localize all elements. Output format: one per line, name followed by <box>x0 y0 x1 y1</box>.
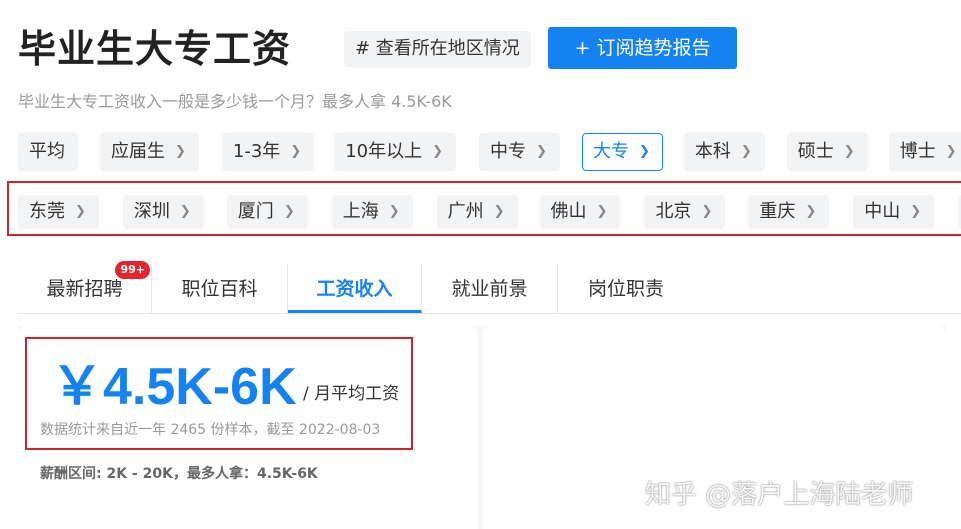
chevron-right-icon: ❯ <box>290 144 302 159</box>
average-salary-value: ￥4.5K-6K <box>51 358 297 416</box>
chevron-right-icon: ❯ <box>179 204 191 219</box>
tab-position-wiki[interactable]: 职位百科 <box>152 264 288 313</box>
city-chip-dongguan[interactable]: 东莞 ❯ <box>18 195 99 229</box>
chevron-right-icon: ❯ <box>843 144 855 159</box>
chevron-right-icon: ❯ <box>75 204 86 219</box>
city-chip-zhongshan[interactable]: 中山 ❯ <box>853 195 935 229</box>
filter-chip-1-3-years[interactable]: 1-3年 ❯ <box>221 133 315 171</box>
city-chip-shenzhen[interactable]: 深圳 ❯ <box>122 195 204 229</box>
filter-chip-bachelor[interactable]: 本科 ❯ <box>683 133 765 171</box>
filter-chip-10-years-plus[interactable]: 10年以上 ❯ <box>334 133 457 171</box>
salary-unit-label: / 月平均工资 <box>303 384 400 404</box>
chevron-right-icon: ❯ <box>596 204 608 219</box>
page-title: 毕业生大专工资 <box>18 27 292 71</box>
filter-chip-junior-college[interactable]: 大专 ❯ <box>581 133 663 171</box>
chevron-right-icon: ❯ <box>638 144 650 159</box>
city-filter-row: 东莞❯ 深圳❯ 厦门❯ 上海❯ 广州❯ 佛山❯ 北京❯ 重庆❯ 中山❯ 合 <box>18 195 961 229</box>
tab-job-duties[interactable]: 岗位职责 <box>558 264 694 313</box>
education-filter-row: 平均 应届生 ❯ 1-3年 ❯ 10年以上 ❯ 中专 ❯ 大专 ❯ 本科 ❯ 硕士 ❯ 博士 ❯ <box>18 133 961 171</box>
city-chip-chongqing[interactable]: 重庆 ❯ <box>748 195 830 229</box>
region-button[interactable]: # 查看所在地区情况 <box>344 31 531 67</box>
city-chip-shanghai[interactable]: 上海 ❯ <box>331 195 413 229</box>
chevron-right-icon: ❯ <box>175 144 186 159</box>
chevron-right-icon: ❯ <box>805 204 817 219</box>
salary-highlight: ￥4.5K-6K / 月平均工资 数据统计来自近一年 2465 份样本，截至 2… <box>25 337 413 450</box>
chevron-right-icon: ❯ <box>740 144 752 159</box>
tab-latest-jobs[interactable]: 最新招聘 99+ <box>18 261 152 313</box>
city-chip-foshan[interactable]: 佛山 ❯ <box>539 195 621 229</box>
chevron-right-icon: ❯ <box>493 204 505 219</box>
tab-employment-outlook[interactable]: 就业前景 <box>422 264 558 313</box>
salary-range-text: 薪酬区间: 2K - 20K，最多人拿：4.5K-6K <box>40 466 318 482</box>
zhihu-watermark: 知乎 @落户上海陆老师 <box>645 480 914 510</box>
city-chip-beijing[interactable]: 北京 ❯ <box>644 195 726 229</box>
chevron-right-icon: ❯ <box>388 204 400 219</box>
subscribe-report-button[interactable]: + 订阅趋势报告 <box>548 27 737 69</box>
filter-chip-fresh-graduate[interactable]: 应届生 ❯ <box>100 133 199 171</box>
chevron-right-icon: ❯ <box>701 204 713 219</box>
content-tabs: 最新招聘 99+ 职位百科 工资收入 就业前景 岗位职责 <box>18 261 961 314</box>
filter-chip-doctorate[interactable]: 博士 ❯ <box>888 133 961 171</box>
city-chip-xiamen[interactable]: 厦门 ❯ <box>226 195 308 229</box>
chevron-right-icon: ❯ <box>945 144 957 159</box>
chevron-right-icon: ❯ <box>910 204 922 219</box>
sample-source-note: 数据统计来自近一年 2465 份样本，截至 2022-08-03 <box>40 422 381 438</box>
city-chip-guangzhou[interactable]: 广州 ❯ <box>436 195 518 229</box>
page-subtitle: 毕业生大专工资收入一般是多少钱一个月？最多人拿 4.5K-6K <box>18 92 452 111</box>
city-filter-highlight: 东莞❯ 深圳❯ 厦门❯ 上海❯ 广州❯ 佛山❯ 北京❯ 重庆❯ 中山❯ 合 <box>7 181 961 236</box>
chevron-right-icon: ❯ <box>536 144 547 159</box>
chevron-right-icon: ❯ <box>283 204 295 219</box>
filter-chip-master[interactable]: 硕士 ❯ <box>786 133 868 171</box>
chevron-right-icon: ❯ <box>432 144 444 159</box>
filter-chip-average[interactable]: 平均 <box>18 133 78 171</box>
tab-salary-income[interactable]: 工资收入 <box>288 264 422 313</box>
filter-chip-secondary-vocational[interactable]: 中专 ❯ <box>479 133 560 171</box>
new-count-badge: 99+ <box>115 261 150 279</box>
